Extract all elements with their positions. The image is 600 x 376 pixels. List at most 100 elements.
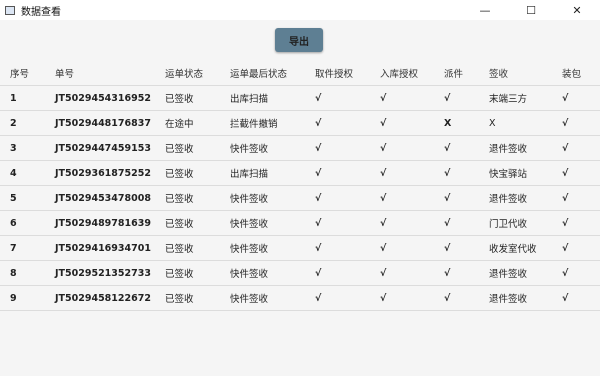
cell-packing: √ [562, 117, 569, 129]
cell-pickup-auth: √ [315, 167, 322, 179]
cell-last-status: 快件签收 [230, 219, 269, 230]
cell-last-status: 快件签收 [230, 294, 269, 305]
cell-pickup-auth: √ [315, 242, 322, 254]
cell-signed: 门卫代收 [489, 219, 528, 230]
cell-status: 已签收 [165, 144, 194, 155]
cell-pickup-auth: √ [315, 292, 322, 304]
cell-index: 6 [10, 217, 17, 229]
column-header-signed[interactable]: 签收 [489, 60, 508, 85]
cell-inbound-auth: √ [380, 292, 387, 304]
cell-inbound-auth: √ [380, 217, 387, 229]
cell-signed: 收发室代收 [489, 244, 537, 255]
cell-signed: 退件签收 [489, 294, 528, 305]
cell-inbound-auth: √ [380, 167, 387, 179]
column-header-inbound-auth[interactable]: 入库授权 [380, 60, 418, 85]
cell-status: 在途中 [165, 119, 194, 130]
column-header-packing[interactable]: 装包 [562, 60, 581, 85]
cell-status: 已签收 [165, 269, 194, 280]
cell-packing: √ [562, 167, 569, 179]
cell-pickup-auth: √ [315, 92, 322, 104]
cell-pickup-auth: √ [315, 192, 322, 204]
cell-tracking-number: JT5029521352733 [55, 267, 151, 279]
cell-packing: √ [562, 142, 569, 154]
cell-last-status: 快件签收 [230, 244, 269, 255]
maximize-button[interactable]: ☐ [508, 0, 554, 20]
cell-pickup-auth: √ [315, 142, 322, 154]
table-row[interactable]: 5 JT5029453478008 已签收 快件签收 √ √ √ 退件签收 √ [0, 186, 600, 211]
table-row[interactable]: 9 JT5029458122672 已签收 快件签收 √ √ √ 退件签收 √ [0, 286, 600, 311]
cell-signed: 快宝驿站 [489, 169, 528, 180]
cell-signed: 退件签收 [489, 269, 528, 280]
cell-inbound-auth: √ [380, 267, 387, 279]
cell-dispatch: √ [444, 142, 451, 154]
cell-pickup-auth: √ [315, 117, 322, 129]
column-header-last-status[interactable]: 运单最后状态 [230, 60, 287, 85]
cell-last-status: 快件签收 [230, 269, 269, 280]
cell-pickup-auth: √ [315, 267, 322, 279]
cell-last-status: 快件签收 [230, 144, 269, 155]
cell-packing: √ [562, 92, 569, 104]
cell-status: 已签收 [165, 219, 194, 230]
cell-index: 9 [10, 292, 17, 304]
cell-pickup-auth: √ [315, 217, 322, 229]
table-row[interactable]: 3 JT5029447459153 已签收 快件签收 √ √ √ 退件签收 √ [0, 136, 600, 161]
table-header: 序号 单号 运单状态 运单最后状态 取件授权 入库授权 派件 签收 装包 [0, 60, 600, 86]
cell-index: 8 [10, 267, 17, 279]
column-header-index[interactable]: 序号 [10, 60, 29, 85]
cell-packing: √ [562, 292, 569, 304]
cell-tracking-number: JT5029454316952 [55, 92, 151, 104]
cell-packing: √ [562, 192, 569, 204]
column-header-dispatch[interactable]: 派件 [444, 60, 463, 85]
cell-status: 已签收 [165, 244, 194, 255]
table-row[interactable]: 4 JT5029361875252 已签收 出库扫描 √ √ √ 快宝驿站 √ [0, 161, 600, 186]
cell-last-status: 出库扫描 [230, 169, 269, 180]
cell-packing: √ [562, 217, 569, 229]
cell-index: 1 [10, 92, 17, 104]
cell-last-status: 快件签收 [230, 194, 269, 205]
minimize-button[interactable]: — [462, 0, 508, 20]
cell-dispatch: √ [444, 292, 451, 304]
table-row[interactable]: 6 JT5029489781639 已签收 快件签收 √ √ √ 门卫代收 √ [0, 211, 600, 236]
export-button[interactable]: 导出 [275, 28, 323, 52]
cell-packing: √ [562, 242, 569, 254]
cell-tracking-number: JT5029361875252 [55, 167, 151, 179]
cell-status: 已签收 [165, 294, 194, 305]
cell-signed: X [489, 117, 496, 129]
cell-tracking-number: JT5029458122672 [55, 292, 151, 304]
cell-dispatch: √ [444, 242, 451, 254]
cell-signed: 退件签收 [489, 144, 528, 155]
table-row[interactable]: 8 JT5029521352733 已签收 快件签收 √ √ √ 退件签收 √ [0, 261, 600, 286]
cell-index: 2 [10, 117, 17, 129]
cell-status: 已签收 [165, 194, 194, 205]
cell-dispatch: √ [444, 92, 451, 104]
column-header-pickup-auth[interactable]: 取件授权 [315, 60, 353, 85]
window-controls: — ☐ ✕ [462, 0, 600, 20]
cell-dispatch: √ [444, 167, 451, 179]
data-viewer-window: 数据查看 — ☐ ✕ 导出 序号 单号 运单状态 运单最后状态 取件授权 入库授… [0, 0, 600, 376]
column-header-tracking-number[interactable]: 单号 [55, 60, 74, 85]
app-icon [5, 5, 15, 15]
table-row[interactable]: 2 JT5029448176837 在途中 拦截件撤销 √ √ X X √ [0, 111, 600, 136]
cell-index: 4 [10, 167, 17, 179]
cell-inbound-auth: √ [380, 142, 387, 154]
table-row[interactable]: 7 JT5029416934701 已签收 快件签收 √ √ √ 收发室代收 √ [0, 236, 600, 261]
close-button[interactable]: ✕ [554, 0, 600, 20]
cell-signed: 末端三方 [489, 94, 528, 105]
cell-dispatch: √ [444, 217, 451, 229]
cell-dispatch: √ [444, 267, 451, 279]
cell-last-status: 拦截件撤销 [230, 119, 278, 130]
cell-index: 3 [10, 142, 17, 154]
cell-last-status: 出库扫描 [230, 94, 269, 105]
data-table: 序号 单号 运单状态 运单最后状态 取件授权 入库授权 派件 签收 装包 1 JT… [0, 60, 600, 311]
cell-inbound-auth: √ [380, 92, 387, 104]
cell-dispatch: √ [444, 192, 451, 204]
column-header-status[interactable]: 运单状态 [165, 60, 203, 85]
cell-inbound-auth: √ [380, 192, 387, 204]
cell-inbound-auth: √ [380, 242, 387, 254]
table-row[interactable]: 1 JT5029454316952 已签收 出库扫描 √ √ √ 末端三方 √ [0, 86, 600, 111]
cell-inbound-auth: √ [380, 117, 387, 129]
cell-dispatch: X [444, 117, 452, 129]
cell-tracking-number: JT5029453478008 [55, 192, 151, 204]
cell-status: 已签收 [165, 94, 194, 105]
title-bar[interactable]: 数据查看 — ☐ ✕ [0, 0, 600, 20]
